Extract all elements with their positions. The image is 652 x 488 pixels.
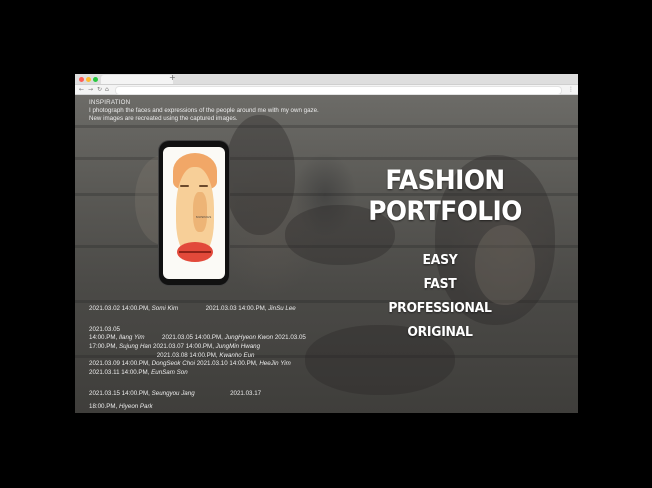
feature-item: EASY [422, 252, 458, 268]
inspiration-line: New images are recreated using the captu… [89, 115, 238, 122]
page-content: INSPIRATION I photograph the faces and e… [75, 95, 578, 413]
schedule-name: DongSeok Choi [151, 360, 195, 368]
schedule-name: EunSam Son [151, 369, 188, 377]
background-stripe [75, 125, 578, 128]
schedule-time: 2021.03.03 14:00.PM, [205, 305, 267, 312]
inspiration-title: INSPIRATION [89, 99, 131, 106]
schedule-time: 2021.03.08 14:00.PM, [156, 351, 218, 359]
schedule-time: 2021.03.15 14:00.PM, [89, 389, 150, 397]
schedule-name: Somi Kim [151, 305, 179, 312]
schedule-time: 14:00.PM, [89, 334, 118, 342]
schedule-time: 2021.03.17 [230, 389, 262, 397]
schedule-name: HeeJin Yim [259, 360, 291, 368]
feature-item: ORIGINAL [407, 324, 473, 340]
schedule-time: 2021.03.02 14:00.PM, [89, 305, 150, 312]
headline-line: PORTFOLIO [368, 196, 522, 227]
schedule-row: 2021.03.05 [89, 326, 349, 335]
schedule-row: 2021.03.02 14:00.PM, Somi Kim 2021.03.03… [89, 305, 349, 314]
phone-mockup: MUSINGS [159, 141, 229, 285]
schedule-name: Ilang Yim [118, 334, 145, 342]
schedule-row: 17:00.PM, Sujung Han 2021.03.07 14:00.PM… [89, 343, 349, 352]
minimize-dot-icon[interactable] [86, 77, 91, 82]
schedule-list: 2021.03.02 14:00.PM, Somi Kim 2021.03.03… [89, 305, 349, 411]
schedule-name: JungHyeon Kwon [224, 334, 274, 342]
schedule-row: 2021.03.08 14:00.PM, Kwanho Eun [89, 352, 349, 361]
new-tab-button[interactable]: + [169, 74, 176, 82]
portrait-lips-line [179, 251, 211, 253]
menu-icon[interactable]: ⋮ [568, 85, 574, 94]
close-dot-icon[interactable] [79, 77, 84, 82]
inspiration-block: INSPIRATION I photograph the faces and e… [89, 99, 349, 123]
schedule-name: Seungyou Jang [151, 389, 195, 397]
schedule-time: 2021.03.09 14:00.PM, [89, 360, 150, 368]
background-face-shape [225, 115, 295, 235]
screen-tag: MUSINGS [196, 215, 212, 219]
portfolio-headline: FASHION PORTFOLIO [345, 165, 545, 227]
schedule-date: 2021.03.05 [89, 325, 120, 333]
feature-item: PROFESSIONAL [388, 300, 492, 316]
portrait-eye [199, 185, 208, 187]
schedule-name: Hiyeon Park [118, 402, 153, 410]
feature-list: EASY FAST PROFESSIONAL ORIGINAL [360, 248, 520, 344]
schedule-name: Sujung Han [118, 343, 152, 351]
schedule-time: 2021.03.10 14:00.PM, [196, 360, 258, 368]
schedule-row: 2021.03.11 14:00.PM, EunSam Son [89, 369, 349, 378]
schedule-time: 2021.03.07 14:00.PM, [153, 343, 214, 351]
browser-window: + ← → ↻ ⌂ ⋮ INSPIRATION I photograph the… [75, 74, 578, 413]
reload-icon[interactable]: ↻ [97, 85, 102, 94]
schedule-time: 2021.03.05 14:00.PM, [162, 334, 223, 342]
forward-arrow-icon[interactable]: → [88, 85, 93, 94]
phone-notch [183, 141, 205, 146]
back-arrow-icon[interactable]: ← [79, 85, 84, 94]
portrait-shadow [193, 192, 207, 232]
schedule-time: 2021.03.05 [274, 334, 306, 342]
schedule-name: Kwanho Eun [219, 351, 255, 359]
schedule-row: 2021.03.09 14:00.PM, DongSeok Choi 2021.… [89, 360, 349, 369]
url-bar[interactable] [115, 86, 562, 95]
schedule-time: 17:00.PM, [89, 343, 118, 351]
feature-item: FAST [423, 276, 457, 292]
schedule-row: 18:00.PM, Hiyeon Park [89, 403, 349, 412]
inspiration-line: I photograph the faces and expressions o… [89, 107, 319, 114]
schedule-name: JungMin Hwang [215, 343, 261, 351]
schedule-name: JinSu Lee [268, 305, 296, 312]
portrait-eye [180, 185, 189, 187]
headline-line: FASHION [385, 165, 505, 196]
schedule-row: 2021.03.15 14:00.PM, Seungyou Jang 2021.… [89, 390, 349, 399]
tab-bar: + [75, 74, 578, 85]
maximize-dot-icon[interactable] [93, 77, 98, 82]
nav-bar: ← → ↻ ⌂ ⋮ [75, 85, 578, 95]
home-icon[interactable]: ⌂ [105, 85, 109, 94]
schedule-row: 14:00.PM, Ilang Yim 2021.03.05 14:00.PM,… [89, 334, 349, 343]
schedule-time: 2021.03.11 14:00.PM, [89, 369, 150, 377]
browser-tab[interactable] [101, 75, 173, 84]
schedule-time: 18:00.PM, [89, 402, 118, 410]
phone-screen: MUSINGS [163, 147, 225, 279]
